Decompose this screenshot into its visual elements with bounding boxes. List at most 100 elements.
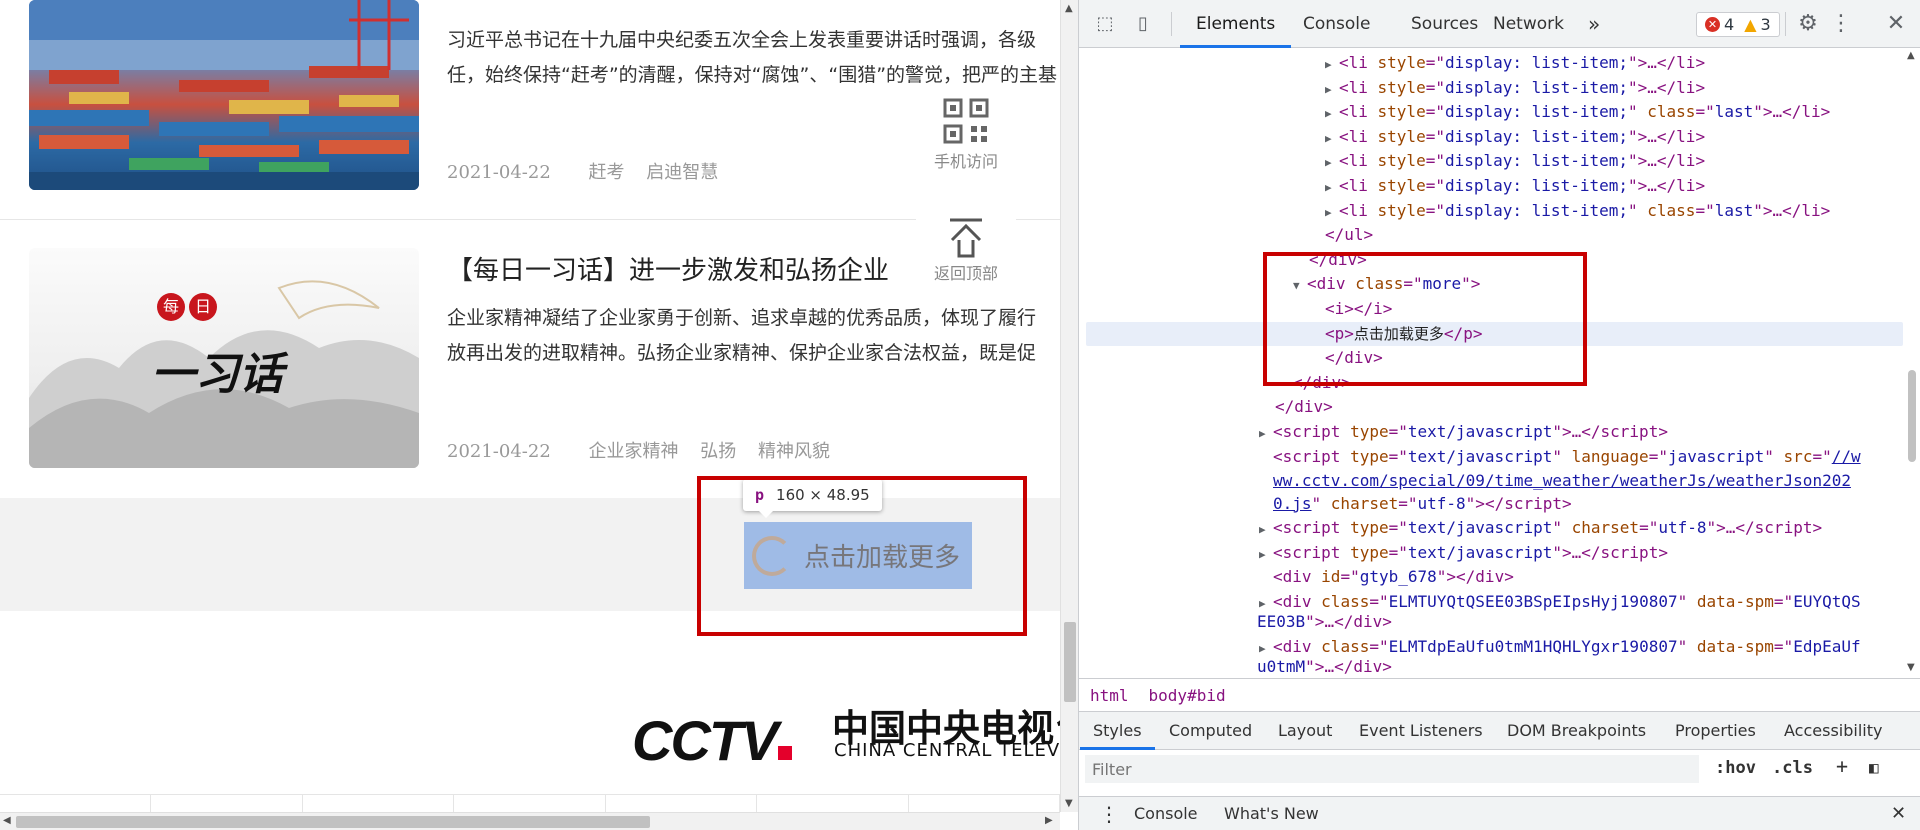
settings-gear-icon[interactable]: ⚙	[1796, 12, 1820, 36]
breadcrumb-body[interactable]: body#bid	[1149, 686, 1226, 705]
expand-triangle-icon[interactable]: ▶	[1325, 102, 1339, 127]
footer-cell	[303, 795, 455, 812]
port-containers-image	[29, 0, 419, 190]
toggle-sidebar-icon[interactable]: ◧	[1869, 758, 1879, 777]
device-toolbar-icon[interactable]: ▯	[1131, 12, 1155, 36]
scroll-down-arrow-icon[interactable]: ▼	[1907, 662, 1915, 673]
styles-filter-input[interactable]	[1085, 755, 1699, 783]
dom-line-li[interactable]: ▶ <li style="display: list-item;" class="…	[1079, 100, 1903, 125]
tab-styles[interactable]: Styles	[1080, 712, 1154, 750]
expand-triangle-icon[interactable]: ▶	[1259, 422, 1273, 447]
hov-toggle[interactable]: :hov	[1715, 758, 1756, 778]
daily-badge-char: 每	[157, 293, 185, 321]
tab-dom-breakpoints[interactable]: DOM Breakpoints	[1507, 712, 1646, 750]
issues-counter[interactable]: ✕ 4 ▲ 3	[1696, 12, 1780, 37]
dom-line-li[interactable]: ▶ <li style="display: list-item;">…</li>	[1079, 51, 1903, 76]
dom-line-li[interactable]: ▶ <li style="display: list-item;">…</li>	[1079, 174, 1903, 199]
dom-line-div-gtyb[interactable]: <div id="gtyb_678"></div>	[1079, 565, 1903, 590]
expand-triangle-icon[interactable]: ▶	[1259, 543, 1273, 568]
expand-triangle-icon[interactable]: ▶	[1325, 176, 1339, 201]
article-description-line: 企业家精神凝结了企业家勇于创新、追求卓越的优秀品质，体现了履行	[447, 307, 1037, 329]
dom-src-link[interactable]: 0.js	[1273, 494, 1312, 513]
tab-properties[interactable]: Properties	[1675, 712, 1756, 750]
scroll-up-arrow-icon[interactable]: ▲	[1065, 3, 1073, 14]
dom-line-script-weather[interactable]: <script type="text/javascript" language=…	[1079, 445, 1903, 470]
webpage-viewport: 习近平总书记在十九届中央纪委五次全会上发表重要讲话时强调，各级 任，始终保持“赶…	[0, 0, 1078, 830]
tab-sources[interactable]: Sources	[1411, 0, 1478, 48]
tab-console[interactable]: Console	[1303, 0, 1371, 48]
scroll-left-arrow-icon[interactable]: ◀	[3, 815, 11, 826]
breadcrumb-html[interactable]: html	[1090, 686, 1129, 705]
expand-triangle-icon[interactable]: ▶	[1325, 53, 1339, 78]
daily-badge-char: 日	[189, 293, 217, 321]
dom-tag-close: >…</li>	[1637, 53, 1706, 72]
expand-triangle-icon[interactable]: ▶	[1259, 518, 1273, 543]
tab-computed[interactable]: Computed	[1169, 712, 1252, 750]
mobile-access-widget[interactable]: 手机访问	[916, 84, 1016, 188]
dom-attr-value: ELMTdpEaUfu0tmM1HQHLYgxr190807	[1388, 636, 1678, 656]
dom-line-li[interactable]: ▶ <li style="display: list-item;">…</li>	[1079, 149, 1903, 174]
article-thumbnail-daily[interactable]: 每 日 一习话	[29, 248, 419, 468]
page-scroll-thumb[interactable]	[1064, 622, 1076, 702]
dom-line-wrap[interactable]: EE03B">…</div>	[1079, 610, 1903, 635]
tab-event-listeners[interactable]: Event Listeners	[1359, 712, 1483, 750]
dom-line-li[interactable]: ▶ <li style="display: list-item;">…</li>	[1079, 76, 1903, 101]
page-horizontal-scrollbar[interactable]: ◀ ▶	[0, 812, 1060, 830]
cls-toggle[interactable]: .cls	[1772, 758, 1813, 778]
styles-filter-row: :hov .cls + ◧	[1079, 750, 1920, 788]
tab-network[interactable]: Network	[1493, 0, 1564, 48]
cctv-logo[interactable]: CCTV	[632, 708, 793, 773]
dom-line-wrap[interactable]: 0.js" charset="utf-8"></script>	[1079, 492, 1903, 517]
page-vertical-scrollbar[interactable]: ▲ ▼	[1060, 0, 1078, 812]
article-tag[interactable]: 弘扬	[700, 441, 736, 462]
dom-line-li[interactable]: ▶ <li style="display: list-item;">…</li>	[1079, 125, 1903, 150]
dom-line-li[interactable]: ▶ <li style="display: list-item;" class="…	[1079, 199, 1903, 224]
article-tag[interactable]: 精神风貌	[758, 441, 830, 462]
scroll-right-arrow-icon[interactable]: ▶	[1045, 815, 1053, 826]
drawer-menu-icon[interactable]: ⋮	[1099, 797, 1119, 830]
dom-src-link[interactable]: ww.cctv.com/special/09/time_weather/weat…	[1273, 471, 1851, 490]
dom-tree-scroll-thumb[interactable]	[1908, 370, 1916, 462]
back-to-top-widget[interactable]: 返回顶部	[916, 186, 1016, 290]
dom-line[interactable]: </ul>	[1079, 223, 1903, 248]
dom-attr-name: style	[1377, 126, 1426, 146]
article-tag[interactable]: 赶考	[589, 162, 625, 183]
article-tag[interactable]: 启迪智慧	[646, 162, 718, 183]
tab-elements[interactable]: Elements	[1179, 0, 1292, 48]
dom-line-wrap[interactable]: u0tmM">…</div>	[1079, 655, 1903, 678]
drawer-tab-whats-new[interactable]: What's New	[1224, 797, 1319, 830]
article-tag[interactable]: 企业家精神	[589, 441, 679, 462]
tab-layout[interactable]: Layout	[1278, 712, 1332, 750]
add-style-rule-icon[interactable]: +	[1836, 754, 1848, 778]
more-options-icon[interactable]: ⋮	[1829, 12, 1853, 36]
drawer-tab-console[interactable]: Console	[1134, 797, 1198, 830]
page-hscroll-thumb[interactable]	[16, 816, 650, 828]
article-title[interactable]: 【每日一习话】进一步激发和弘扬企业	[447, 250, 889, 287]
dom-tree-scrollbar[interactable]: ▲ ▼	[1903, 48, 1920, 678]
close-drawer-icon[interactable]: ✕	[1891, 797, 1906, 830]
dom-line-wrap[interactable]: ww.cctv.com/special/09/time_weather/weat…	[1079, 469, 1903, 492]
expand-triangle-icon[interactable]: ▶	[1325, 201, 1339, 226]
more-tabs-icon[interactable]: »	[1588, 0, 1600, 48]
scroll-down-arrow-icon[interactable]: ▼	[1065, 798, 1073, 809]
daily-calligraphy: 一习话	[151, 349, 283, 400]
warning-icon: ▲	[1744, 15, 1757, 34]
expand-triangle-icon[interactable]: ▶	[1325, 151, 1339, 176]
close-devtools-icon[interactable]: ✕	[1884, 12, 1908, 36]
expand-triangle-icon[interactable]: ▶	[1325, 127, 1339, 152]
dom-attr-value: utf-8	[1417, 493, 1466, 513]
dom-line-div-elm[interactable]: ▶ <div class="ELMTdpEaUfu0tmM1HQHLYgxr190…	[1079, 635, 1903, 656]
dom-line[interactable]: </div>	[1079, 395, 1903, 420]
tab-accessibility[interactable]: Accessibility	[1784, 712, 1882, 750]
dom-line-script[interactable]: ▶ <script type="text/javascript">…</scrip…	[1079, 541, 1903, 566]
dom-src-link[interactable]: //w	[1832, 447, 1861, 466]
scroll-up-arrow-icon[interactable]: ▲	[1907, 50, 1915, 61]
article-thumbnail-port[interactable]	[29, 0, 419, 190]
dom-line-script[interactable]: ▶ <script type="text/javascript">…</scrip…	[1079, 420, 1903, 445]
annotation-red-box	[1263, 252, 1587, 386]
dom-line-script[interactable]: ▶ <script type="text/javascript" charset=…	[1079, 516, 1903, 541]
dom-attr-value: EE03B	[1257, 612, 1306, 632]
inspect-element-icon[interactable]: ⬚	[1093, 12, 1117, 36]
dom-line-div-elm[interactable]: ▶ <div class="ELMTUYQtQSEE03BSpEIpsHyj190…	[1079, 590, 1903, 611]
expand-triangle-icon[interactable]: ▶	[1325, 78, 1339, 103]
